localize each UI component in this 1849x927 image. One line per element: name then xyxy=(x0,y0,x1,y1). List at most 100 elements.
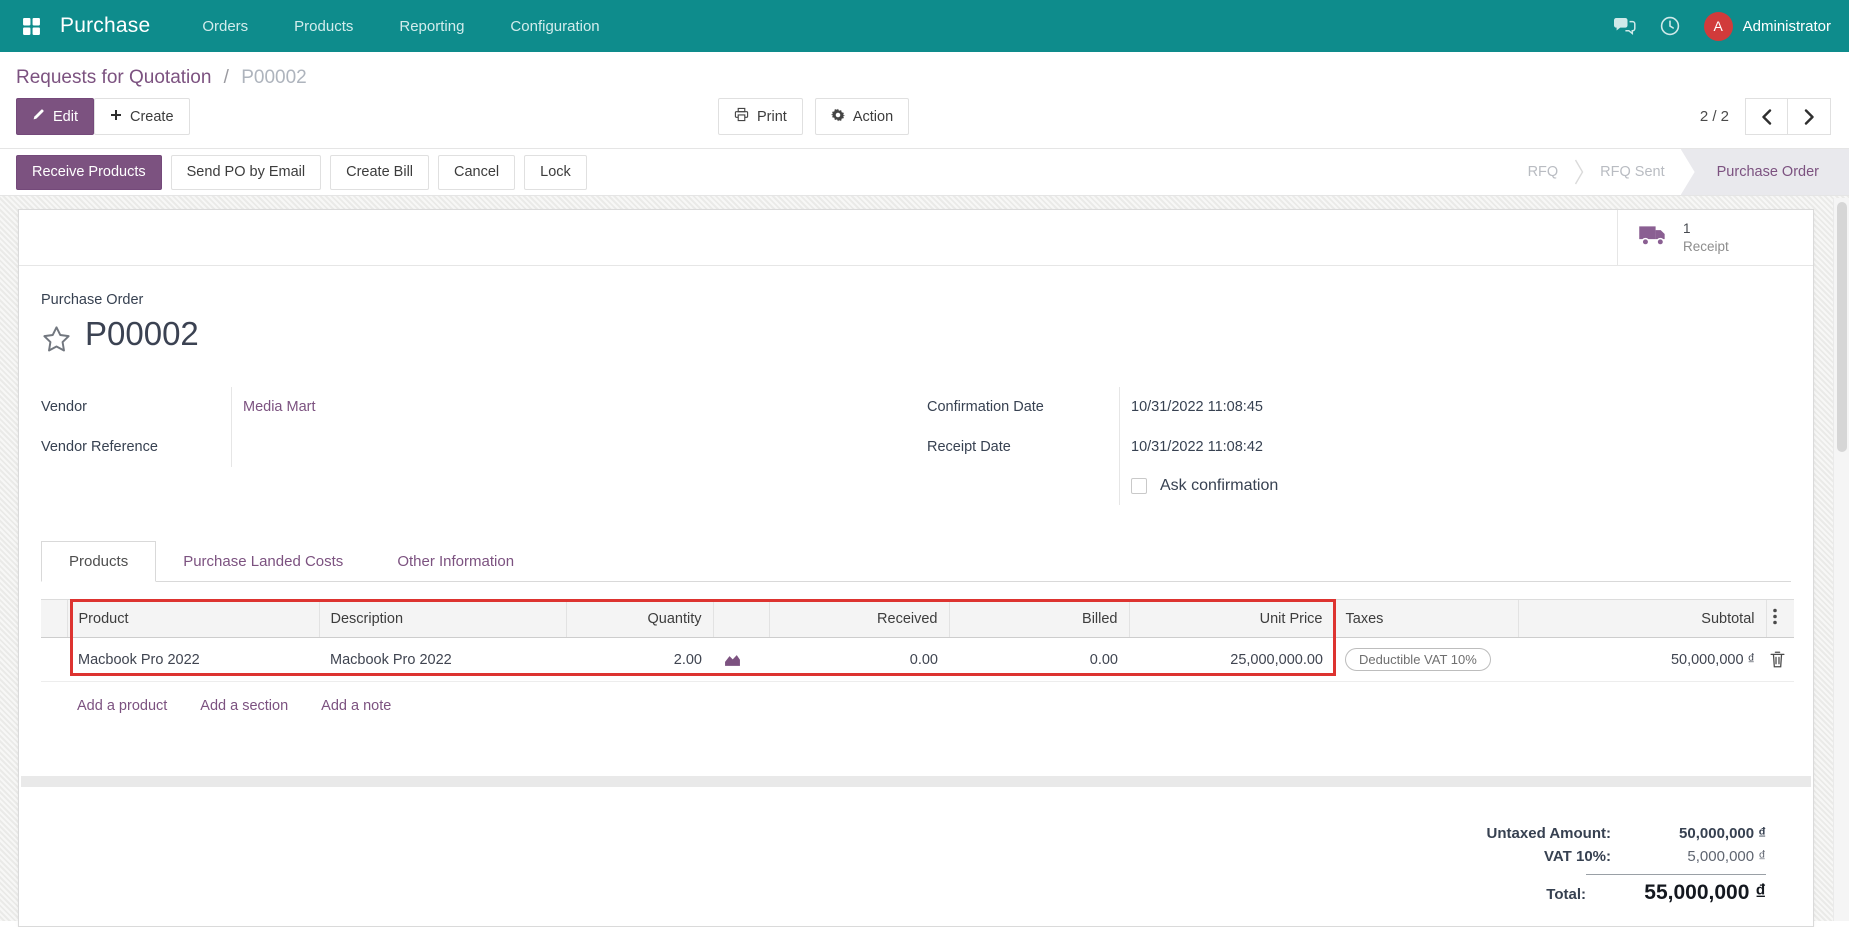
pager-counter: 2 / 2 xyxy=(1699,108,1729,125)
purchase-order-form-page: { "nav": { "app_name": "Purchase", "menu… xyxy=(0,0,1849,927)
col-billed: Billed xyxy=(948,599,1129,638)
form-statusbar: Receive Products Send PO by Email Create… xyxy=(0,148,1849,196)
add-a-section-link[interactable]: Add a section xyxy=(200,698,288,714)
table-header-row: Product Description Quantity Received Bi… xyxy=(41,599,1794,638)
receipt-label: Receipt xyxy=(1683,238,1729,254)
order-line-row[interactable]: Macbook Pro 2022 Macbook Pro 2022 2.00 0… xyxy=(41,637,1794,682)
print-button[interactable]: Print xyxy=(718,98,803,135)
activity-clock-icon[interactable] xyxy=(1660,16,1680,36)
tab-other-information[interactable]: Other Information xyxy=(370,541,541,582)
content-area: 1 Receipt Purchase Order P00002 Vendor V… xyxy=(0,196,1849,927)
confirmation-date-label: Confirmation Date xyxy=(927,399,1044,415)
col-received: Received xyxy=(768,599,949,638)
field-group-right: Confirmation Date Receipt Date 10/31/202… xyxy=(927,387,1527,505)
add-a-product-link[interactable]: Add a product xyxy=(77,698,167,714)
menu-orders[interactable]: Orders xyxy=(202,18,248,35)
receipt-date-value: 10/31/2022 11:08:42 xyxy=(1131,439,1263,455)
receipt-date-label: Receipt Date xyxy=(927,439,1011,455)
chat-icon[interactable] xyxy=(1613,17,1636,36)
col-product: Product xyxy=(66,599,319,638)
order-type-label: Purchase Order xyxy=(41,292,144,308)
control-panel: Requests for Quotation / P00002 Edit Cre… xyxy=(0,52,1849,148)
breadcrumb-current-record: P00002 xyxy=(241,67,307,88)
receipt-truck-icon xyxy=(1638,223,1669,252)
cell-taxes: Deductible VAT 10% xyxy=(1334,637,1518,682)
create-bill-button[interactable]: Create Bill xyxy=(330,154,430,190)
tax-pill: Deductible VAT 10% xyxy=(1345,648,1491,671)
favorite-star-icon[interactable] xyxy=(41,324,72,355)
create-button[interactable]: Create xyxy=(94,98,190,135)
col-unit-price: Unit Price xyxy=(1128,599,1334,638)
receipt-stat-button[interactable]: 1 Receipt xyxy=(1617,210,1813,265)
forecast-chart-icon[interactable] xyxy=(724,652,758,667)
main-menu: Orders Products Reporting Configuration xyxy=(202,18,599,35)
user-name: Administrator xyxy=(1742,17,1831,35)
untaxed-amount-label: Untaxed Amount: xyxy=(1486,825,1611,842)
cell-unit-price: 25,000,000.00 xyxy=(1129,637,1334,682)
col-description: Description xyxy=(318,599,566,638)
menu-products[interactable]: Products xyxy=(294,18,353,35)
field-group-left: Vendor Vendor Reference Media Mart xyxy=(41,387,1791,467)
form-sheet: 1 Receipt Purchase Order P00002 Vendor V… xyxy=(18,209,1814,927)
vendor-reference-label: Vendor Reference xyxy=(41,439,158,455)
breadcrumb-separator: / xyxy=(223,67,229,88)
optional-columns-icon xyxy=(1772,608,1777,625)
vertical-scrollbar-thumb[interactable] xyxy=(1837,202,1847,452)
vat-value: 5,000,000 ₫ xyxy=(1687,848,1766,865)
vertical-scrollbar[interactable] xyxy=(1833,198,1849,921)
button-box: 1 Receipt xyxy=(19,210,1813,266)
untaxed-amount-value: 50,000,000 ₫ xyxy=(1679,825,1766,842)
col-forecast-spacer xyxy=(712,599,769,638)
handle-column-header xyxy=(41,599,67,638)
vendor-label: Vendor xyxy=(41,399,87,415)
confirmation-date-value: 10/31/2022 11:08:45 xyxy=(1131,399,1263,415)
vendor-value-link[interactable]: Media Mart xyxy=(243,399,316,415)
notebook-tabs: Products Purchase Landed Costs Other Inf… xyxy=(41,541,1791,582)
breadcrumb: Requests for Quotation / P00002 xyxy=(16,65,1833,90)
total-value: 55,000,000 ₫ xyxy=(1586,874,1766,905)
cell-quantity: 2.00 xyxy=(566,637,713,682)
action-gear-icon xyxy=(830,108,846,126)
menu-reporting[interactable]: Reporting xyxy=(399,18,464,35)
row-handle xyxy=(41,637,67,682)
app-name[interactable]: Purchase xyxy=(60,14,150,38)
send-po-by-email-button[interactable]: Send PO by Email xyxy=(170,154,322,190)
step-rfq[interactable]: RFQ xyxy=(1512,149,1575,195)
delete-trash-icon[interactable] xyxy=(1770,651,1790,668)
pager-prev-button[interactable] xyxy=(1745,98,1788,135)
lock-button[interactable]: Lock xyxy=(524,154,587,190)
apps-grid-icon[interactable] xyxy=(18,13,44,39)
step-purchase-order[interactable]: Purchase Order xyxy=(1680,149,1849,195)
cell-subtotal: 50,000,000 ₫ xyxy=(1518,637,1766,682)
tab-products[interactable]: Products xyxy=(41,541,157,582)
ask-confirmation-checkbox[interactable] xyxy=(1131,478,1147,494)
create-plus-icon xyxy=(110,109,122,125)
tab-purchase-landed-costs[interactable]: Purchase Landed Costs xyxy=(156,541,370,582)
cell-description: Macbook Pro 2022 xyxy=(319,637,566,682)
pager-prev-icon xyxy=(1762,108,1772,125)
status-steps: RFQ RFQ Sent Purchase Order xyxy=(1512,149,1849,195)
step-chevron-icon xyxy=(1574,149,1584,195)
horizontal-scrollbar[interactable] xyxy=(21,776,1811,787)
pager-next-button[interactable] xyxy=(1788,98,1831,135)
pager-next-icon xyxy=(1804,108,1814,125)
total-label: Total: xyxy=(1546,886,1586,903)
step-rfq-sent[interactable]: RFQ Sent xyxy=(1584,149,1680,195)
action-button[interactable]: Action xyxy=(814,98,910,135)
user-menu[interactable]: A Administrator xyxy=(1703,11,1831,41)
optional-columns-button[interactable] xyxy=(1765,599,1794,638)
receipt-count: 1 xyxy=(1683,220,1691,236)
cell-billed: 0.00 xyxy=(949,637,1129,682)
print-icon xyxy=(734,107,749,126)
vat-label: VAT 10%: xyxy=(1544,848,1611,865)
receive-products-button[interactable]: Receive Products xyxy=(16,154,162,190)
breadcrumb-requests-for-quotation[interactable]: Requests for Quotation xyxy=(16,67,211,88)
add-a-note-link[interactable]: Add a note xyxy=(321,698,391,714)
col-taxes: Taxes xyxy=(1333,599,1518,638)
user-avatar: A xyxy=(1703,11,1733,41)
col-quantity: Quantity xyxy=(565,599,713,638)
edit-button[interactable]: Edit xyxy=(16,98,94,135)
menu-configuration[interactable]: Configuration xyxy=(510,18,599,35)
totals-block: Untaxed Amount: 50,000,000 ₫ VAT 10%: 5,… xyxy=(1336,822,1766,908)
cancel-button[interactable]: Cancel xyxy=(438,154,516,190)
